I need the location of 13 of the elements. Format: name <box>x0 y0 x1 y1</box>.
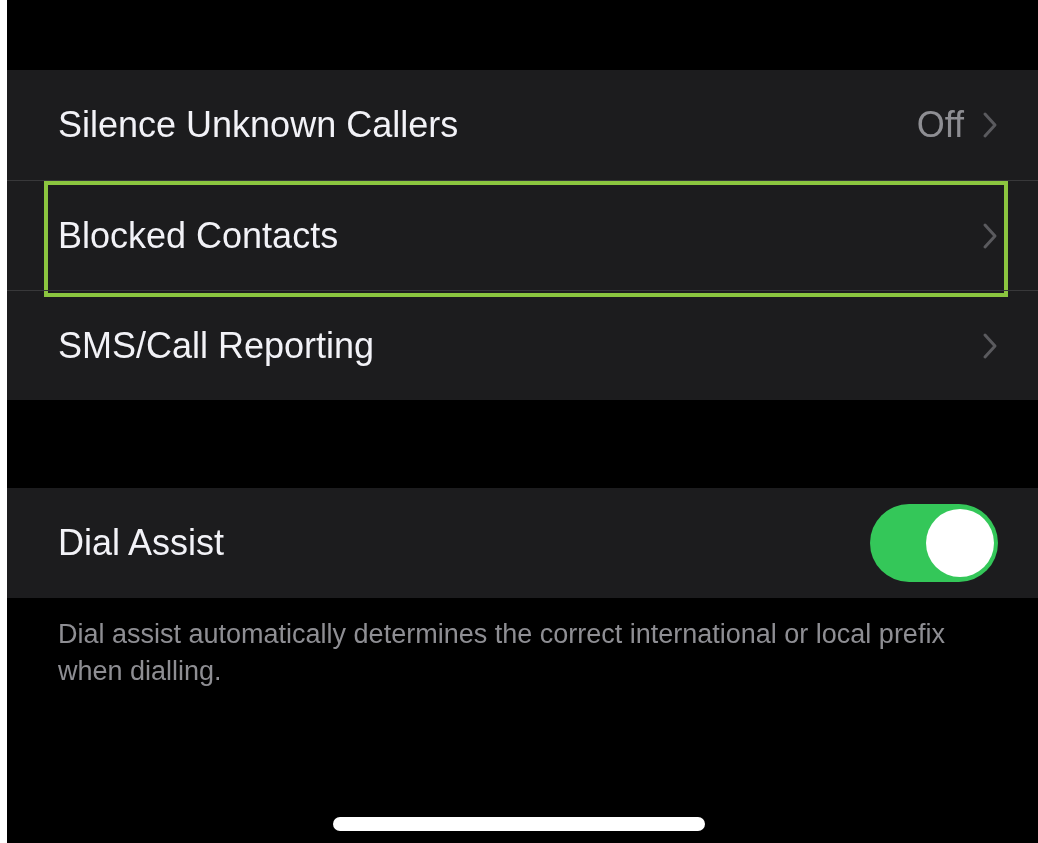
settings-row[interactable]: Blocked Contacts <box>7 180 1038 290</box>
toggle-row[interactable]: Dial Assist <box>7 488 1038 598</box>
chevron-icon <box>982 111 998 139</box>
chevron-icon <box>982 331 998 360</box>
chevron-icon <box>982 221 998 250</box>
row-value: Off <box>916 104 964 146</box>
settings-row[interactable]: Silence Unknown Callers Off <box>7 70 1038 180</box>
settings-row[interactable]: SMS/Call Reporting <box>7 290 1038 400</box>
row-label: Silence Unknown Callers <box>58 104 460 146</box>
footer-note: Dial assist automatically determines the correct international or local prefix when dialling. <box>58 618 946 688</box>
row-label: Blocked Contacts <box>58 214 340 257</box>
row-label: SMS/Call Reporting <box>58 324 376 367</box>
row-label: Dial Assist <box>58 522 226 564</box>
